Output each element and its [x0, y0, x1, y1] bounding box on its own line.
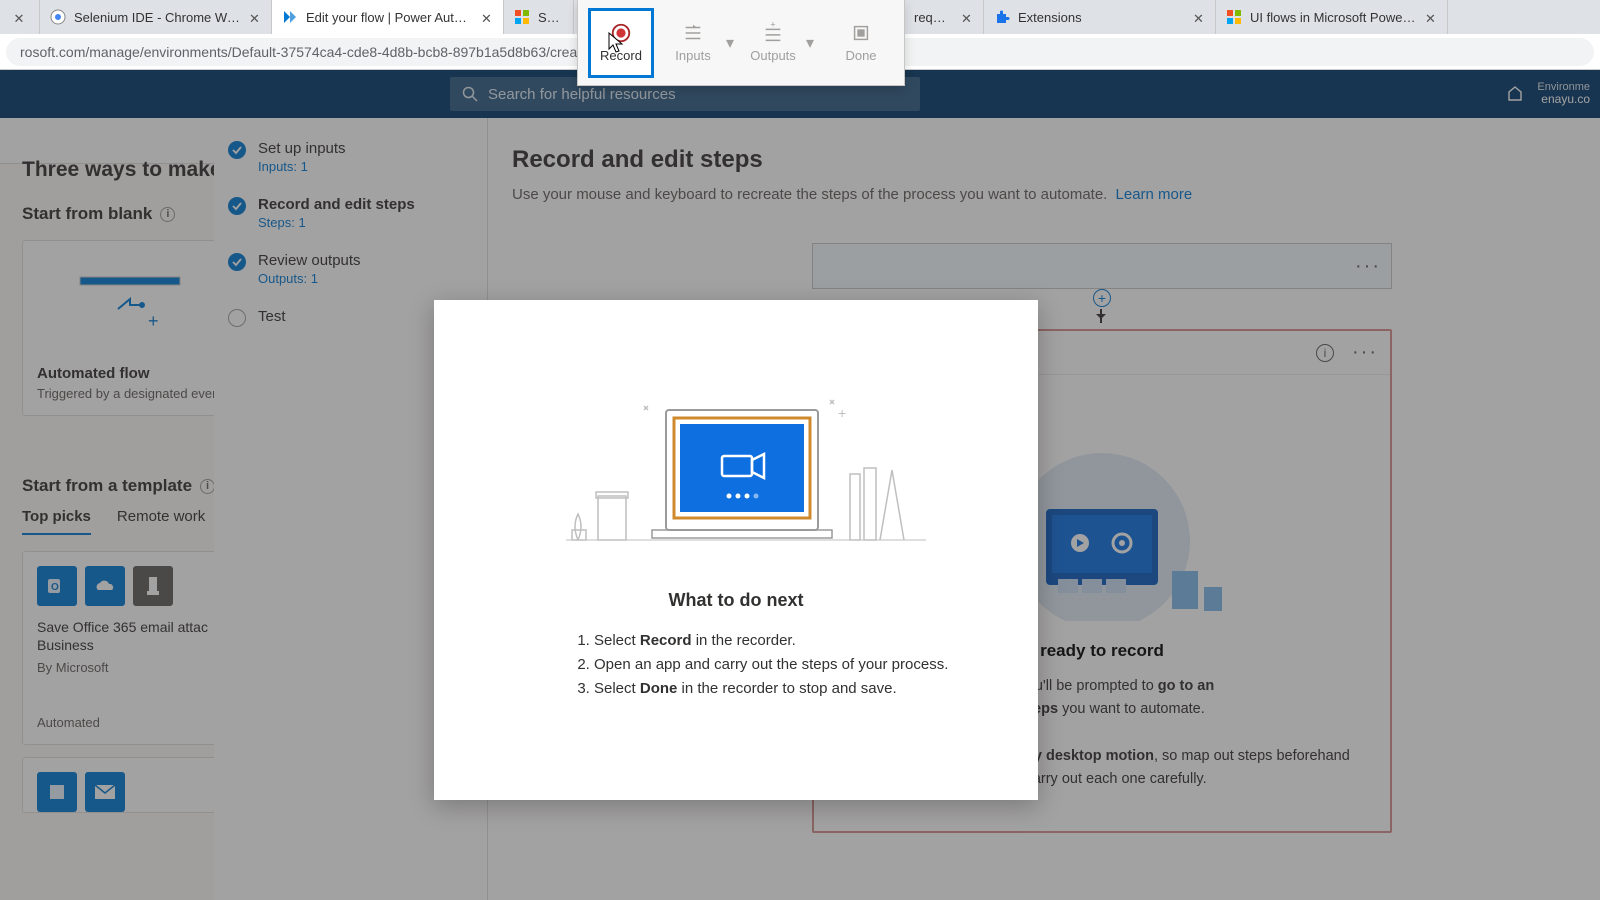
- tab-uiflows[interactable]: UI flows in Microsoft Power Auto ✕: [1216, 0, 1448, 34]
- svg-text:+: +: [770, 22, 775, 30]
- outputs-button[interactable]: + Outputs ▾: [740, 8, 814, 78]
- tab-selenium[interactable]: Selenium IDE - Chrome Web Sto ✕: [40, 0, 272, 34]
- close-icon[interactable]: ✕: [1193, 11, 1205, 23]
- chrome-icon: [50, 9, 66, 25]
- modal-illustration: +: [474, 330, 998, 550]
- stop-icon: [850, 22, 872, 44]
- chevron-down-icon[interactable]: ▾: [806, 33, 814, 53]
- outputs-icon: +: [762, 22, 784, 44]
- ms-icon: [1226, 9, 1242, 25]
- close-icon[interactable]: ✕: [481, 11, 493, 23]
- tab-require[interactable]: requirem ✕: [904, 0, 984, 34]
- tab-extensions[interactable]: Extensions ✕: [984, 0, 1216, 34]
- modal-title: What to do next: [474, 590, 998, 611]
- tab-setup[interactable]: Set up: [504, 0, 574, 34]
- flow-icon: [282, 9, 298, 25]
- button-label: Done: [845, 48, 876, 63]
- tab-blank[interactable]: ✕: [0, 0, 40, 34]
- close-icon[interactable]: ✕: [249, 11, 261, 23]
- button-label: Outputs: [750, 48, 796, 63]
- tab-powerautomate[interactable]: Edit your flow | Power Automate ✕: [272, 0, 504, 34]
- what-to-do-modal: + What to do next Select Record in the r…: [434, 300, 1038, 800]
- close-icon[interactable]: ✕: [961, 11, 973, 23]
- tab-title: Selenium IDE - Chrome Web Sto: [74, 10, 241, 25]
- inputs-icon: [682, 22, 704, 44]
- modal-steps: Select Record in the recorder. Open an a…: [594, 629, 998, 701]
- cursor-icon: [608, 32, 624, 54]
- tab-title: UI flows in Microsoft Power Auto: [1250, 10, 1417, 25]
- close-icon[interactable]: ✕: [1425, 11, 1437, 23]
- tab-title: requirem: [914, 10, 953, 25]
- tab-title: Extensions: [1018, 10, 1185, 25]
- done-button[interactable]: Done: [828, 8, 894, 78]
- tab-title: Edit your flow | Power Automate: [306, 10, 473, 25]
- ms-icon: [514, 9, 530, 25]
- button-label: Inputs: [675, 48, 710, 63]
- recorder-toolbar: Record Inputs ▾ + Outputs ▾ Done: [577, 0, 905, 86]
- chevron-down-icon[interactable]: ▾: [726, 33, 734, 53]
- inputs-button[interactable]: Inputs ▾: [660, 8, 734, 78]
- puzzle-icon: [994, 9, 1010, 25]
- close-icon[interactable]: ✕: [14, 11, 26, 23]
- svg-text:+: +: [838, 405, 846, 421]
- url-text: rosoft.com/manage/environments/Default-3…: [20, 44, 589, 60]
- tab-title: Set up: [538, 10, 563, 25]
